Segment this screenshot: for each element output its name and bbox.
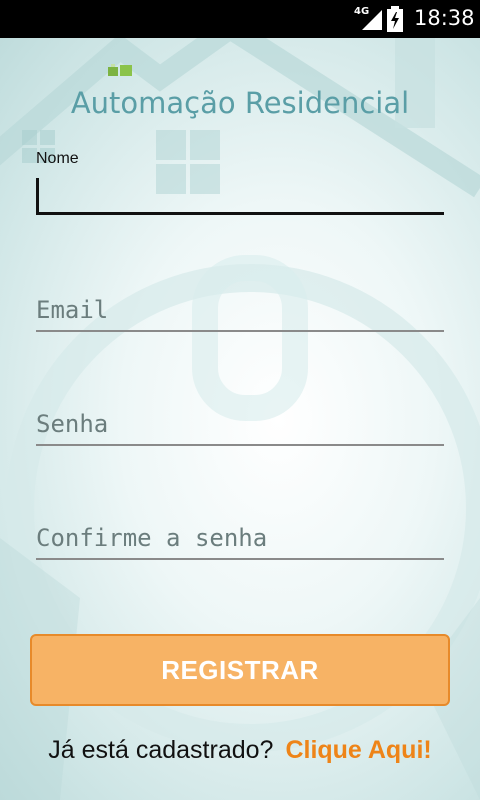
name-field: Nome [36, 150, 444, 215]
register-button[interactable]: REGISTRAR [30, 634, 450, 706]
status-bar: 4G 18:38 [0, 0, 480, 38]
confirm-password-field [36, 524, 444, 560]
password-input[interactable] [36, 410, 444, 446]
login-prompt: Já está cadastrado? Clique Aqui! [0, 736, 480, 765]
name-input[interactable] [36, 176, 444, 215]
logo-icon [108, 64, 132, 76]
app-title: Automação Residencial [70, 86, 410, 120]
name-label: Nome [36, 150, 79, 167]
email-input[interactable] [36, 296, 444, 332]
email-field [36, 296, 444, 332]
text-cursor [36, 178, 39, 212]
confirm-password-input[interactable] [36, 524, 444, 560]
clock: 18:38 [414, 6, 475, 30]
signal-icon [362, 10, 382, 30]
login-link[interactable]: Clique Aqui! [285, 736, 431, 764]
password-field [36, 410, 444, 446]
already-registered-text: Já está cadastrado? [48, 736, 274, 764]
battery-charging-icon [387, 6, 403, 32]
